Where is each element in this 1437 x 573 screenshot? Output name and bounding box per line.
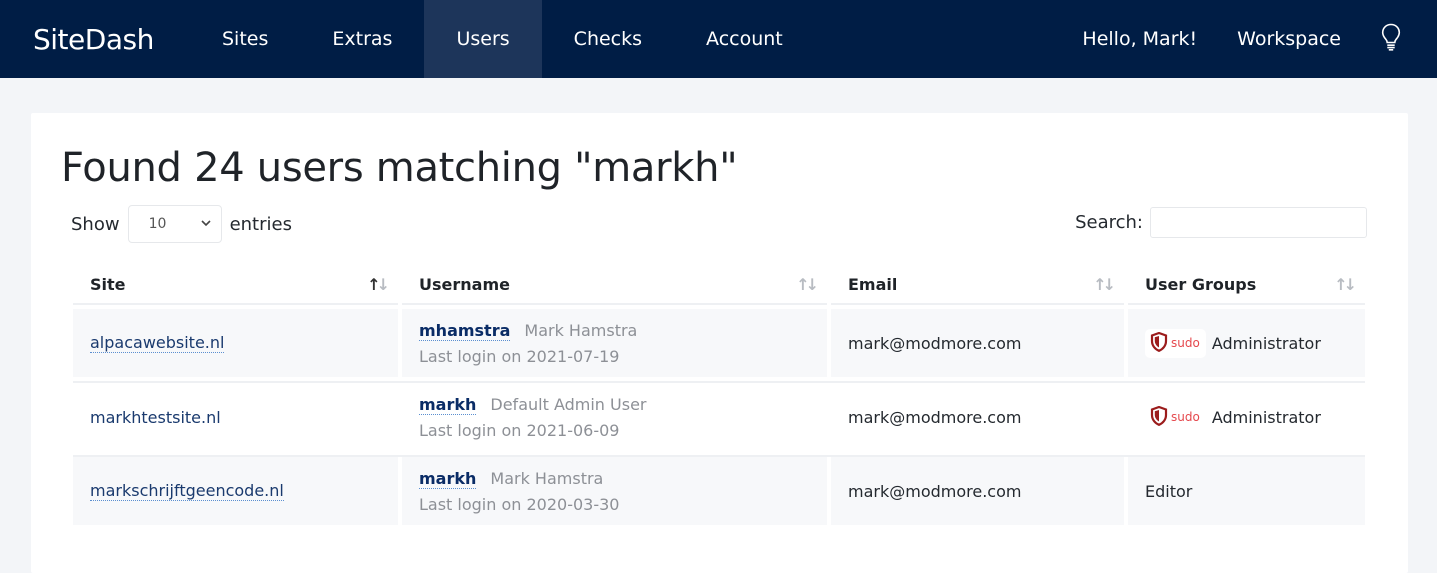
nav-users[interactable]: Users — [424, 0, 542, 78]
user-fullname: Default Admin User — [490, 394, 647, 414]
results-card: Found 24 users matching "markh" Show 10 … — [31, 113, 1408, 573]
user-fullname: Mark Hamstra — [490, 468, 604, 488]
sort-icon: ↑↓ — [1093, 274, 1116, 294]
user-group: Administrator — [1211, 333, 1321, 353]
tips-button[interactable] — [1361, 0, 1437, 78]
sudo-badge: sudo — [1145, 328, 1206, 358]
user-fullname: Mark Hamstra — [524, 320, 638, 340]
entries-label: entries — [229, 213, 292, 235]
username-link[interactable]: markh — [419, 469, 477, 489]
username-link[interactable]: markh — [419, 395, 477, 415]
column-header-user-groups[interactable]: User Groups ↑↓ — [1128, 265, 1365, 305]
show-label: Show — [71, 213, 120, 235]
nav-checks[interactable]: Checks — [542, 0, 674, 78]
site-link[interactable]: markschrijftgeencode.nl — [90, 481, 284, 501]
page-title: Found 24 users matching "markh" — [61, 145, 738, 191]
greeting-link[interactable]: Hello, Mark! — [1062, 0, 1217, 78]
last-login: Last login on 2020-03-30 — [419, 494, 620, 514]
user-email: mark@modmore.com — [848, 407, 1022, 427]
entries-control: Show 10 entries — [71, 205, 292, 243]
nav-workspace[interactable]: Workspace — [1217, 0, 1361, 78]
last-login: Last login on 2021-06-09 — [419, 420, 620, 440]
top-navbar: SiteDash Sites Extras Users Checks Accou… — [0, 0, 1437, 78]
nav-account[interactable]: Account — [674, 0, 815, 78]
shield-icon — [1150, 405, 1168, 429]
chevron-down-icon — [200, 217, 212, 233]
search-control: Search: — [1075, 207, 1367, 238]
nav-sites[interactable]: Sites — [190, 0, 300, 78]
sort-icon: ↑↓ — [367, 274, 390, 294]
user-group: Administrator — [1211, 407, 1321, 427]
entries-select[interactable]: 10 — [127, 205, 222, 243]
table-row: alpacawebsite.nl mhamstra Mark Hamstra L… — [73, 309, 1365, 377]
site-link[interactable]: markhtestsite.nl — [90, 408, 221, 427]
users-table: Site ↑↓ Username ↑↓ Email ↑↓ User Groups… — [73, 265, 1365, 525]
shield-icon — [1150, 331, 1168, 355]
last-login: Last login on 2021-07-19 — [419, 346, 620, 366]
brand-logo[interactable]: SiteDash — [0, 0, 190, 78]
sort-icon: ↑↓ — [796, 274, 819, 294]
table-row: markhtestsite.nl markh Default Admin Use… — [73, 381, 1365, 451]
column-header-username[interactable]: Username ↑↓ — [402, 265, 827, 305]
column-header-email[interactable]: Email ↑↓ — [831, 265, 1124, 305]
sudo-badge: sudo — [1145, 403, 1206, 432]
nav-extras[interactable]: Extras — [300, 0, 424, 78]
table-header: Site ↑↓ Username ↑↓ Email ↑↓ User Groups… — [73, 265, 1365, 305]
lightbulb-icon — [1381, 23, 1401, 55]
sort-icon: ↑↓ — [1334, 274, 1357, 294]
search-label: Search: — [1075, 212, 1143, 233]
column-header-site[interactable]: Site ↑↓ — [73, 265, 398, 305]
user-email: mark@modmore.com — [848, 481, 1022, 501]
user-group: Editor — [1145, 481, 1193, 501]
site-link[interactable]: alpacawebsite.nl — [90, 333, 225, 353]
table-row: markschrijftgeencode.nl markh Mark Hamst… — [73, 455, 1365, 525]
user-email: mark@modmore.com — [848, 333, 1022, 353]
username-link[interactable]: mhamstra — [419, 321, 511, 341]
search-input[interactable] — [1150, 207, 1367, 238]
entries-value: 10 — [148, 216, 167, 232]
